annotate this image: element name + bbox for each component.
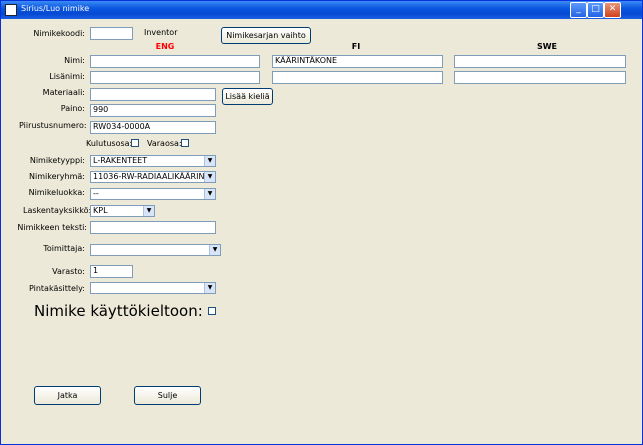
varaosa-label: Varaosa: <box>147 139 182 148</box>
nimi-fi-input[interactable]: KÄÄRINTÄKONE <box>272 55 443 68</box>
nimikkeen-teksti-label: Nimikkeen teksti: <box>17 223 87 232</box>
minimize-button[interactable]: _ <box>570 2 587 18</box>
varaosa-checkbox[interactable] <box>181 139 189 147</box>
nimikeluokka-value: -- <box>93 189 99 198</box>
paino-label: Paino: <box>60 104 85 113</box>
nimikekoodi-input[interactable] <box>90 27 133 40</box>
kulutusosa-checkbox[interactable] <box>131 139 139 147</box>
lang-header-swe: SWE <box>536 42 558 51</box>
paino-input[interactable]: 990 <box>90 104 216 117</box>
chevron-down-icon[interactable]: ▼ <box>143 206 154 216</box>
chevron-down-icon[interactable]: ▼ <box>209 245 220 255</box>
nimikkeen-teksti-input[interactable] <box>90 221 216 234</box>
lisaa-kielia-button[interactable]: Lisää kieliä <box>222 88 273 105</box>
kayttokielto-checkbox[interactable] <box>208 307 216 315</box>
laskentayksikko-select[interactable]: KPL ▼ <box>90 205 155 217</box>
nimikeluokka-select[interactable]: -- ▼ <box>90 188 216 200</box>
lisanimi-swe-input[interactable] <box>454 71 626 84</box>
chevron-down-icon[interactable]: ▼ <box>204 156 215 166</box>
title-bar[interactable]: Sirius/Luo nimike _ □ ✕ <box>1 1 642 19</box>
nimikeryhma-value: 11036-RW-RADIAALIKÄÄRINTÄ <box>93 172 215 181</box>
lisanimi-label: Lisänimi: <box>49 72 85 81</box>
pintakasittely-label: Pintakäsittely: <box>28 284 85 293</box>
chevron-down-icon[interactable]: ▼ <box>204 172 215 182</box>
piirustusnumero-label: Piirustusnumero: <box>19 121 87 130</box>
chevron-down-icon[interactable]: ▼ <box>204 283 215 293</box>
laskentayksikko-value: KPL <box>93 206 108 215</box>
nimikeryhma-select[interactable]: 11036-RW-RADIAALIKÄÄRINTÄ ▼ <box>90 171 216 183</box>
nimi-swe-input[interactable] <box>454 55 626 68</box>
kayttokielto-label: Nimike käyttökieltoon: <box>34 302 203 320</box>
kulutusosa-label: Kulutusosa: <box>86 139 133 148</box>
lang-header-eng: ENG <box>155 42 175 51</box>
varasto-label: Varasto: <box>52 267 85 276</box>
pintakasittely-select[interactable]: ▼ <box>90 282 216 294</box>
maximize-button[interactable]: □ <box>587 2 604 18</box>
varasto-input[interactable]: 1 <box>90 265 133 278</box>
close-button[interactable]: ✕ <box>604 2 621 18</box>
chevron-down-icon[interactable]: ▼ <box>204 189 215 199</box>
nimi-label: Nimi: <box>64 56 85 65</box>
materiaali-label: Materiaali: <box>42 88 85 97</box>
laskentayksikko-label: Laskentayksikkö: <box>23 206 92 215</box>
nimikesarjan-vaihto-button[interactable]: Nimikesarjan vaihto <box>221 27 311 44</box>
nimikeryhma-label: Nimikeryhmä: <box>29 172 85 181</box>
toimittaja-select[interactable]: ▼ <box>90 244 221 256</box>
nimiketyyppi-value: L-RAKENTEET <box>93 156 148 165</box>
main-window: Sirius/Luo nimike _ □ ✕ Nimikekoodi: Inv… <box>0 0 643 445</box>
inventor-label: Inventor <box>144 28 178 37</box>
piirustusnumero-input[interactable]: RW034-0000A <box>90 121 216 134</box>
app-icon <box>5 4 17 16</box>
sulje-button[interactable]: Sulje <box>134 386 201 405</box>
nimiketyyppi-select[interactable]: L-RAKENTEET ▼ <box>90 155 216 167</box>
toimittaja-label: Toimittaja: <box>43 244 85 253</box>
nimi-eng-input[interactable] <box>90 55 260 68</box>
lang-header-fi: FI <box>351 42 361 51</box>
nimiketyyppi-label: Nimiketyyppi: <box>29 156 85 165</box>
nimikeluokka-label: Nimikeluokka: <box>28 188 85 197</box>
materiaali-input[interactable] <box>90 88 216 101</box>
jatka-button[interactable]: Jatka <box>34 386 101 405</box>
lisanimi-eng-input[interactable] <box>90 71 260 84</box>
lisanimi-fi-input[interactable] <box>272 71 443 84</box>
nimikekoodi-label: Nimikekoodi: <box>33 29 85 38</box>
window-title: Sirius/Luo nimike <box>21 4 90 13</box>
